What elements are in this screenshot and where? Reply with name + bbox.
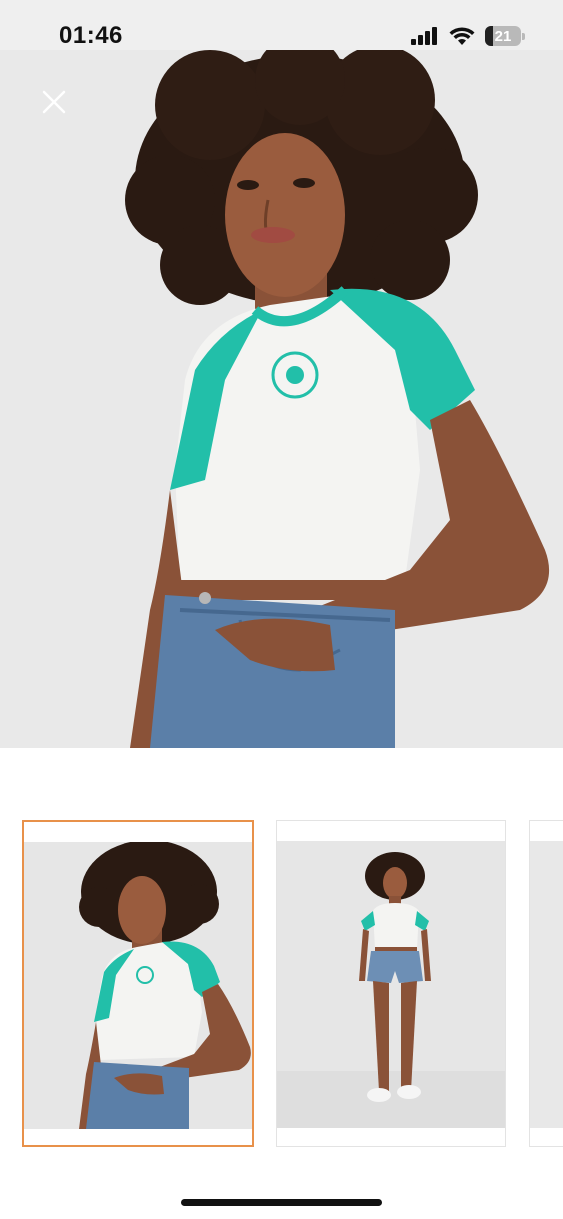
battery-icon: 21 xyxy=(485,26,525,46)
status-bar: 01:46 21 xyxy=(0,0,563,50)
thumbnail-3[interactable] xyxy=(529,820,563,1147)
battery-tip xyxy=(522,32,525,40)
model-photo xyxy=(0,50,563,748)
thumbnail-2[interactable] xyxy=(276,820,506,1147)
thumbnail-image xyxy=(277,841,505,1128)
model-closeup-thumbnail xyxy=(24,842,252,1129)
battery-level: 21 xyxy=(494,27,512,45)
main-product-image[interactable] xyxy=(0,50,563,748)
close-icon[interactable] xyxy=(40,88,68,116)
home-indicator[interactable] xyxy=(181,1199,382,1206)
wifi-icon xyxy=(449,26,475,45)
battery-body: 21 xyxy=(485,26,521,46)
status-icons: 21 xyxy=(411,26,525,46)
model-full-body-thumbnail xyxy=(277,841,505,1128)
partial-thumbnail xyxy=(530,841,563,1128)
thumbnail-1[interactable] xyxy=(22,820,254,1147)
signal-icon xyxy=(411,27,437,45)
product-image-viewer: 01:46 21 xyxy=(0,0,563,1219)
thumbnail-strip xyxy=(0,748,563,1168)
status-time: 01:46 xyxy=(59,22,123,49)
thumbnail-image xyxy=(24,842,252,1129)
battery-fill xyxy=(485,26,493,46)
